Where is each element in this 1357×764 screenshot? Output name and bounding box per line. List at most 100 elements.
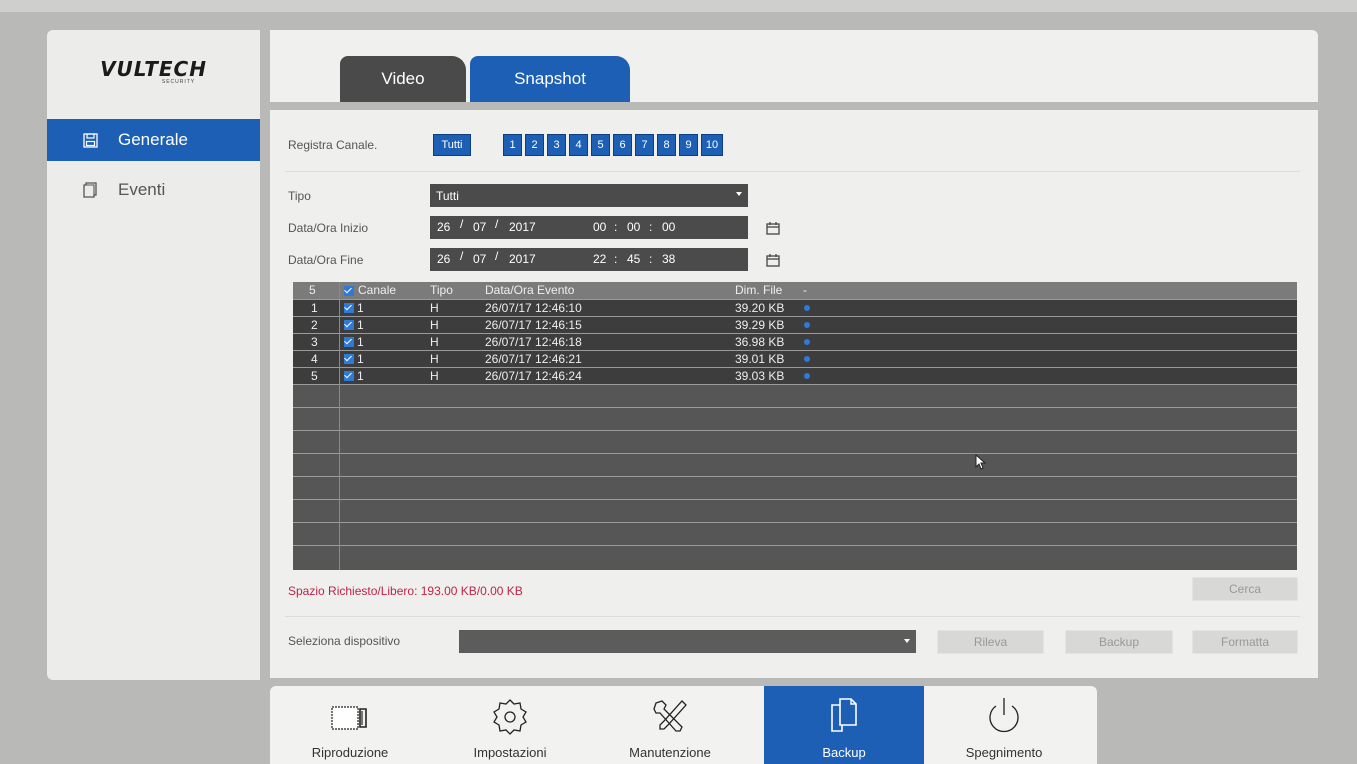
start-hour[interactable]: 00 xyxy=(593,220,606,234)
type-value: Tutti xyxy=(436,188,459,203)
preview-dot-icon[interactable] xyxy=(804,356,810,362)
end-second[interactable]: 38 xyxy=(662,252,675,266)
calendar-icon[interactable] xyxy=(766,253,780,267)
tab-video[interactable]: Video xyxy=(340,56,466,102)
format-button[interactable]: Formatta xyxy=(1192,630,1298,654)
row-divider xyxy=(293,476,1297,477)
sidebar-item-generale[interactable]: Generale xyxy=(47,119,260,161)
row-channel: 1 xyxy=(357,369,364,383)
row-checkbox[interactable] xyxy=(344,371,354,381)
snapshot-table: 5 Canale Tipo Data/Ora Evento Dim. File … xyxy=(293,282,1297,570)
menu-spegnimento[interactable]: Spegnimento xyxy=(924,686,1084,764)
preview-dot-icon[interactable] xyxy=(804,305,810,311)
channel-button-3[interactable]: 3 xyxy=(547,134,566,156)
row-number: 2 xyxy=(311,318,318,332)
document-icon xyxy=(82,182,98,198)
end-hour[interactable]: 22 xyxy=(593,252,606,266)
row-checkbox[interactable] xyxy=(344,354,354,364)
top-strip xyxy=(0,0,1357,12)
channel-button-7[interactable]: 7 xyxy=(635,134,654,156)
preview-dot-icon[interactable] xyxy=(804,322,810,328)
calendar-icon[interactable] xyxy=(766,221,780,235)
start-year[interactable]: 2017 xyxy=(509,220,536,234)
row-divider xyxy=(293,333,1297,334)
row-datetime: 26/07/17 12:46:10 xyxy=(485,301,582,315)
table-row[interactable]: 3 1 H 26/07/17 12:46:18 36.98 KB xyxy=(293,334,1297,350)
row-type: H xyxy=(430,369,439,383)
menu-label: Manutenzione xyxy=(629,745,711,760)
end-minute[interactable]: 45 xyxy=(627,252,640,266)
table-row[interactable]: 1 1 H 26/07/17 12:46:10 39.20 KB xyxy=(293,300,1297,316)
header-datetime: Data/Ora Evento xyxy=(485,283,575,297)
channel-button-5[interactable]: 5 xyxy=(591,134,610,156)
row-checkbox[interactable] xyxy=(344,320,354,330)
type-select[interactable]: Tutti xyxy=(430,184,748,207)
preview-dot-icon[interactable] xyxy=(804,373,810,379)
row-size: 39.20 KB xyxy=(735,301,785,315)
gear-icon xyxy=(493,699,527,735)
sidebar-item-eventi[interactable]: Eventi xyxy=(47,169,260,211)
start-month[interactable]: 07 xyxy=(473,220,486,234)
start-minute[interactable]: 00 xyxy=(627,220,640,234)
divider xyxy=(285,171,1300,172)
column-divider xyxy=(339,282,340,570)
backup-icon xyxy=(831,698,857,732)
device-select[interactable] xyxy=(459,630,916,653)
table-row[interactable]: 2 1 H 26/07/17 12:46:15 39.29 KB xyxy=(293,317,1297,333)
channel-button-10[interactable]: 10 xyxy=(701,134,723,156)
channels-label: Registra Canale. xyxy=(288,138,378,152)
channel-button-4[interactable]: 4 xyxy=(569,134,588,156)
start-second[interactable]: 00 xyxy=(662,220,675,234)
logo-subtext: SECURITY xyxy=(161,79,196,85)
select-all-checkbox[interactable] xyxy=(344,286,354,296)
channel-button-6[interactable]: 6 xyxy=(613,134,632,156)
end-year[interactable]: 2017 xyxy=(509,252,536,266)
channel-button-2[interactable]: 2 xyxy=(525,134,544,156)
sidebar-item-label: Eventi xyxy=(118,180,166,199)
row-size: 39.29 KB xyxy=(735,318,785,332)
start-datetime-field[interactable]: 26 / 07 / 2017 00 : 00 : 00 xyxy=(430,216,748,239)
tools-icon xyxy=(653,700,687,732)
header-extra: - xyxy=(803,283,807,297)
time-separator: : xyxy=(614,252,618,266)
row-checkbox[interactable] xyxy=(344,303,354,313)
channel-button-8[interactable]: 8 xyxy=(657,134,676,156)
row-channel: 1 xyxy=(357,318,364,332)
row-size: 36.98 KB xyxy=(735,335,785,349)
channel-button-1[interactable]: 1 xyxy=(503,134,522,156)
row-datetime: 26/07/17 12:46:15 xyxy=(485,318,582,332)
channel-all-button[interactable]: Tutti xyxy=(433,134,471,156)
tab-snapshot[interactable]: Snapshot xyxy=(470,56,630,102)
header-size: Dim. File xyxy=(735,283,783,297)
start-label: Data/Ora Inizio xyxy=(288,221,369,235)
backup-button[interactable]: Backup xyxy=(1065,630,1173,654)
row-divider xyxy=(293,384,1297,385)
end-month[interactable]: 07 xyxy=(473,252,486,266)
menu-manutenzione[interactable]: Manutenzione xyxy=(590,686,750,764)
channel-button-9[interactable]: 9 xyxy=(679,134,698,156)
table-header: 5 Canale Tipo Data/Ora Evento Dim. File … xyxy=(293,282,1297,299)
end-datetime-field[interactable]: 26 / 07 / 2017 22 : 45 : 38 xyxy=(430,248,748,271)
date-separator: / xyxy=(495,217,499,231)
header-count: 5 xyxy=(309,283,316,297)
row-checkbox[interactable] xyxy=(344,337,354,347)
menu-riproduzione[interactable]: Riproduzione xyxy=(270,686,430,764)
start-day[interactable]: 26 xyxy=(437,220,450,234)
date-separator: / xyxy=(460,217,464,231)
row-channel: 1 xyxy=(357,335,364,349)
row-number: 1 xyxy=(311,301,318,315)
table-row[interactable]: 5 1 H 26/07/17 12:46:24 39.03 KB xyxy=(293,368,1297,384)
end-day[interactable]: 26 xyxy=(437,252,450,266)
table-row[interactable]: 4 1 H 26/07/17 12:46:21 39.01 KB xyxy=(293,351,1297,367)
floppy-icon xyxy=(82,132,98,148)
search-button[interactable]: Cerca xyxy=(1192,577,1298,601)
row-type: H xyxy=(430,352,439,366)
row-divider xyxy=(293,499,1297,500)
detect-button[interactable]: Rileva xyxy=(937,630,1044,654)
menu-backup[interactable]: Backup xyxy=(764,686,924,764)
type-label: Tipo xyxy=(288,189,311,203)
menu-impostazioni[interactable]: Impostazioni xyxy=(430,686,590,764)
row-number: 3 xyxy=(311,335,318,349)
row-divider xyxy=(293,407,1297,408)
preview-dot-icon[interactable] xyxy=(804,339,810,345)
